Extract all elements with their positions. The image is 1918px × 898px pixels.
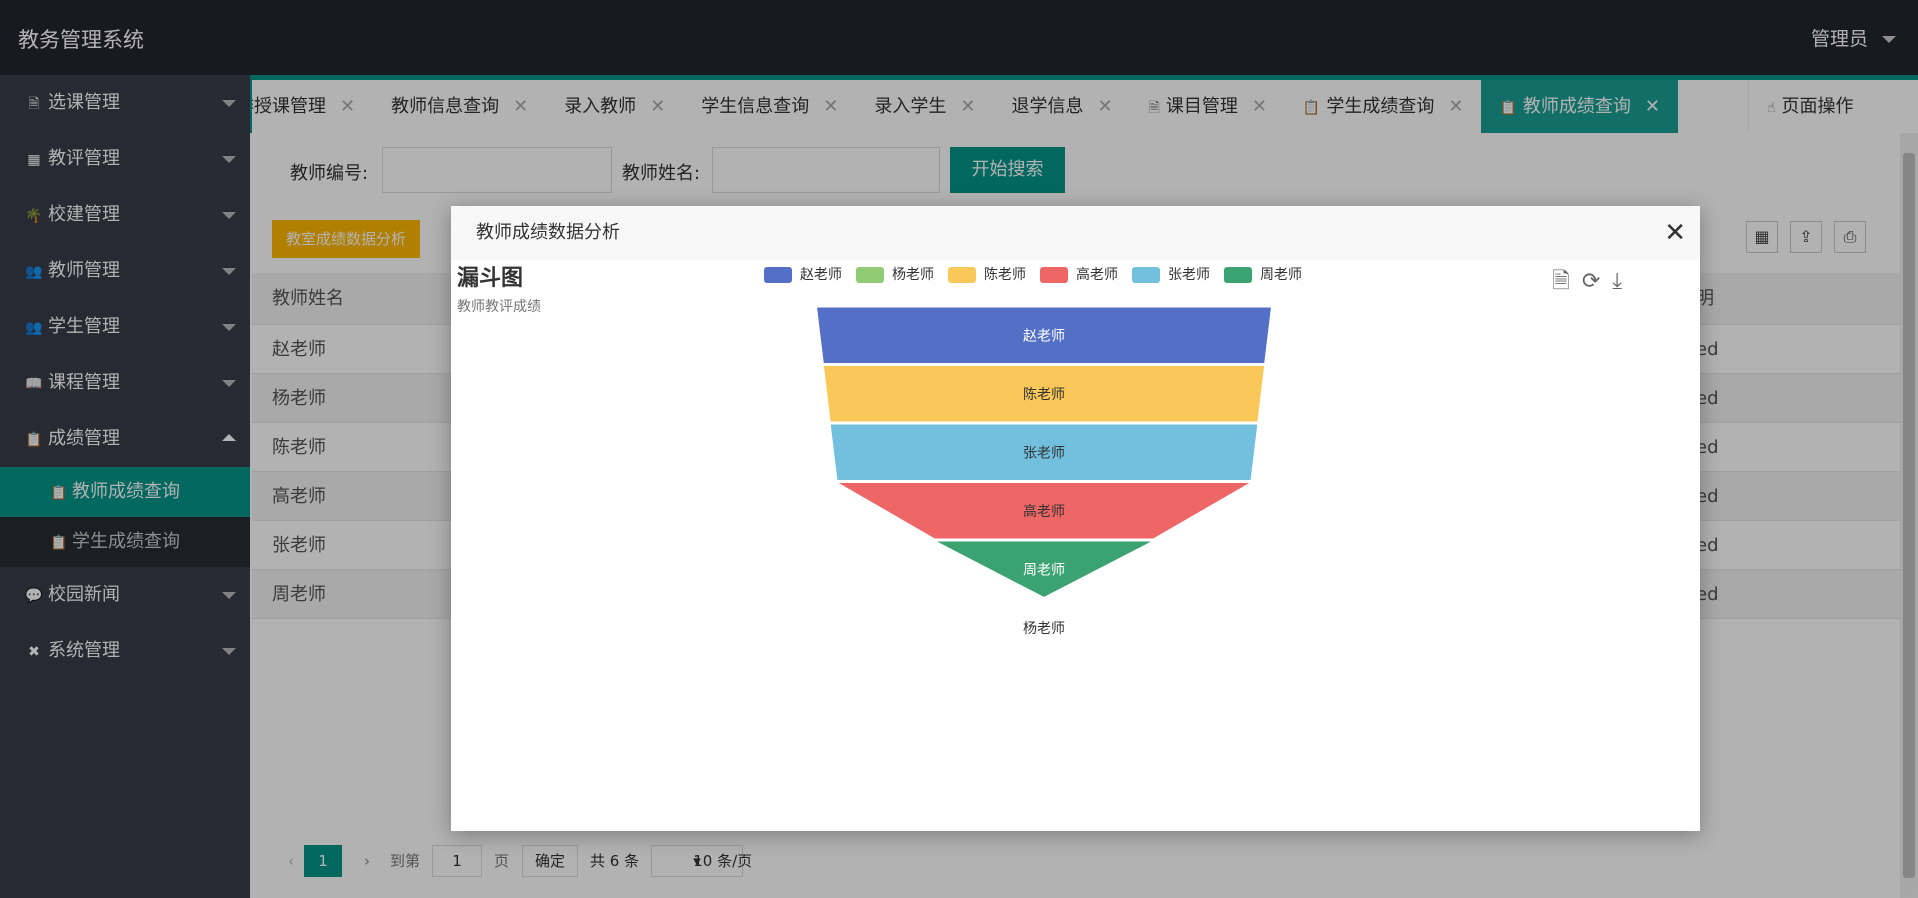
funnel-label: 张老师	[1023, 445, 1065, 461]
funnel-label: 周老师	[1023, 562, 1065, 578]
analysis-modal: 教师成绩数据分析 ✕ 漏斗图 教师教评成绩 赵老师 杨老师 陈老师 高老师 张老师 周老师…	[451, 206, 1700, 831]
funnel-label: 赵老师	[1023, 328, 1065, 344]
funnel-chart: 赵老师陈老师张老师高老师周老师杨老师	[815, 306, 1273, 656]
modal-header: 教师成绩数据分析 ✕	[451, 206, 1700, 260]
modal-title: 教师成绩数据分析	[476, 222, 620, 243]
funnel-label: 杨老师	[1023, 621, 1065, 637]
funnel-label: 陈老师	[1023, 386, 1065, 403]
close-icon[interactable]: ✕	[1664, 206, 1686, 260]
funnel-label: 高老师	[1023, 503, 1065, 520]
